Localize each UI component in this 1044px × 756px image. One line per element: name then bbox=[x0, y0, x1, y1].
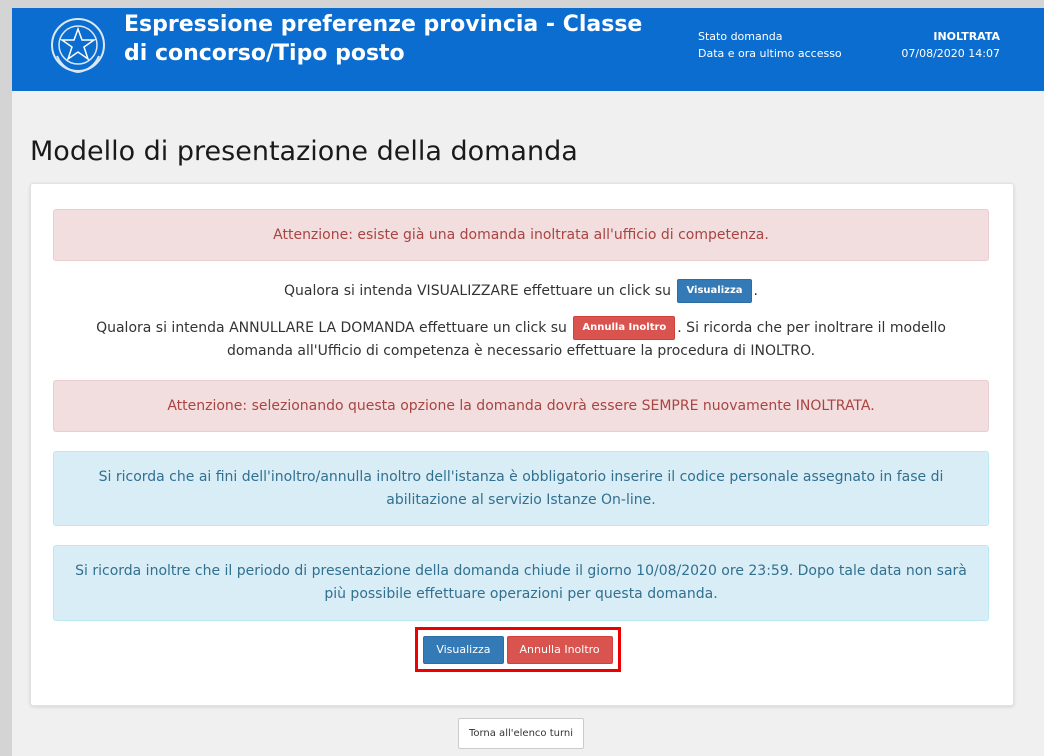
last-access-label: Data e ora ultimo accesso bbox=[698, 47, 842, 60]
status-value: INOLTRATA bbox=[933, 30, 1000, 43]
action-buttons: Visualizza Annulla Inoltro bbox=[415, 627, 621, 672]
app-title: Espressione preferenze provincia - Class… bbox=[124, 12, 643, 66]
cancel-instruction-text: Qualora si intenda ANNULLARE LA DOMANDA … bbox=[96, 320, 567, 336]
page-frame: Espressione preferenze provincia - Class… bbox=[12, 8, 1044, 756]
main-card: Attenzione: esiste già una domanda inolt… bbox=[30, 183, 1014, 706]
view-instruction: Qualora si intenda VISUALIZZARE effettua… bbox=[53, 279, 989, 303]
info-personal-code: Si ricorda che ai fini dell'inoltro/annu… bbox=[53, 451, 989, 526]
back-to-list-button[interactable]: Torna all'elenco turni bbox=[458, 718, 584, 749]
view-button[interactable]: Visualizza bbox=[423, 635, 504, 664]
last-access-value: 07/08/2020 14:07 bbox=[901, 47, 1000, 60]
alert-resend-text: Attenzione: selezionando questa opzione … bbox=[167, 397, 875, 414]
inline-view-button[interactable]: Visualizza bbox=[677, 279, 752, 303]
cancel-submission-button[interactable]: Annulla Inoltro bbox=[506, 635, 613, 664]
status-values: INOLTRATA 07/08/2020 14:07 bbox=[901, 28, 1000, 62]
info-personal-code-text: Si ricorda che ai fini dell'inoltro/annu… bbox=[98, 468, 944, 508]
back-to-list-label: Torna all'elenco turni bbox=[468, 728, 574, 739]
view-instruction-suffix: . bbox=[753, 283, 758, 299]
inline-cancel-button[interactable]: Annulla Inoltro bbox=[573, 316, 676, 340]
alert-resend: Attenzione: selezionando questa opzione … bbox=[53, 380, 989, 432]
page-title: Modello di presentazione della domanda bbox=[30, 136, 578, 167]
info-deadline: Si ricorda inoltre che il periodo di pre… bbox=[53, 545, 989, 621]
italian-republic-emblem-icon bbox=[49, 12, 107, 78]
alert-already-sent: Attenzione: esiste già una domanda inolt… bbox=[53, 209, 989, 261]
alert-already-sent-text: Attenzione: esiste già una domanda inolt… bbox=[273, 226, 769, 243]
status-label: Stato domanda bbox=[698, 30, 783, 43]
cancel-instruction: Qualora si intenda ANNULLARE LA DOMANDA … bbox=[53, 316, 989, 363]
info-deadline-text: Si ricorda inoltre che il periodo di pre… bbox=[75, 563, 967, 602]
status-labels: Stato domanda Data e ora ultimo accesso bbox=[698, 28, 842, 62]
app-header: Espressione preferenze provincia - Class… bbox=[12, 8, 1044, 91]
view-instruction-text: Qualora si intenda VISUALIZZARE effettua… bbox=[283, 283, 672, 299]
